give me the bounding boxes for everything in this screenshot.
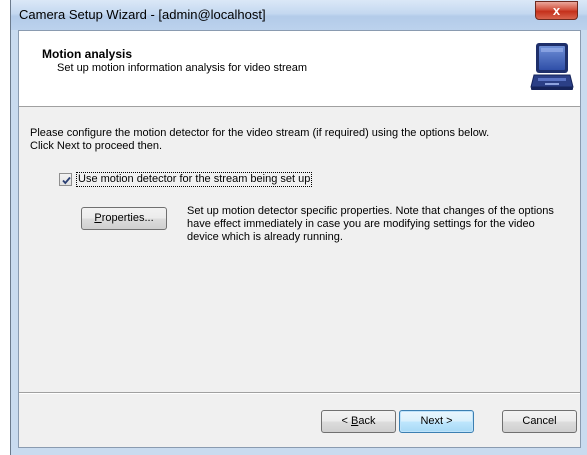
wizard-window: Camera Setup Wizard - [admin@localhost] … [10, 0, 587, 455]
title-bar[interactable]: Camera Setup Wizard - [admin@localhost] … [11, 0, 587, 30]
checkmark-icon [62, 176, 71, 184]
properties-description: Set up motion detector specific properti… [187, 205, 554, 243]
properties-button[interactable]: Properties... [81, 207, 167, 230]
laptop-icon [530, 41, 574, 93]
use-motion-detector-checkbox[interactable] [59, 172, 72, 186]
page-title: Motion analysis [42, 47, 133, 61]
instruction-line-2: Click Next to proceed then. [30, 140, 163, 152]
page-subtitle: Set up motion information analysis for v… [57, 62, 308, 74]
cancel-button[interactable]: Cancel [502, 410, 577, 433]
wizard-client-area: Motion analysis Set up motion informatio… [18, 30, 581, 448]
back-button[interactable]: < Back [321, 410, 396, 433]
instruction-line-1: Please configure the motion detector for… [30, 127, 490, 139]
use-motion-detector-label[interactable]: Use motion detector for the stream being… [76, 171, 313, 187]
close-button[interactable]: x [535, 1, 578, 20]
wizard-header: Motion analysis Set up motion informatio… [19, 31, 580, 107]
instruction-text: Please configure the motion detector for… [30, 127, 550, 153]
window-title: Camera Setup Wizard - [admin@localhost] [19, 7, 266, 22]
footer-divider [19, 392, 580, 394]
close-icon: x [552, 3, 561, 18]
use-motion-detector-row[interactable]: Use motion detector for the stream being… [59, 171, 313, 187]
next-button[interactable]: Next > [399, 410, 474, 433]
properties-label-rest: roperties... [101, 212, 154, 224]
back-label-rest: ack [358, 415, 376, 427]
back-prefix: < [341, 415, 351, 427]
properties-mnemonic: P [94, 212, 102, 224]
